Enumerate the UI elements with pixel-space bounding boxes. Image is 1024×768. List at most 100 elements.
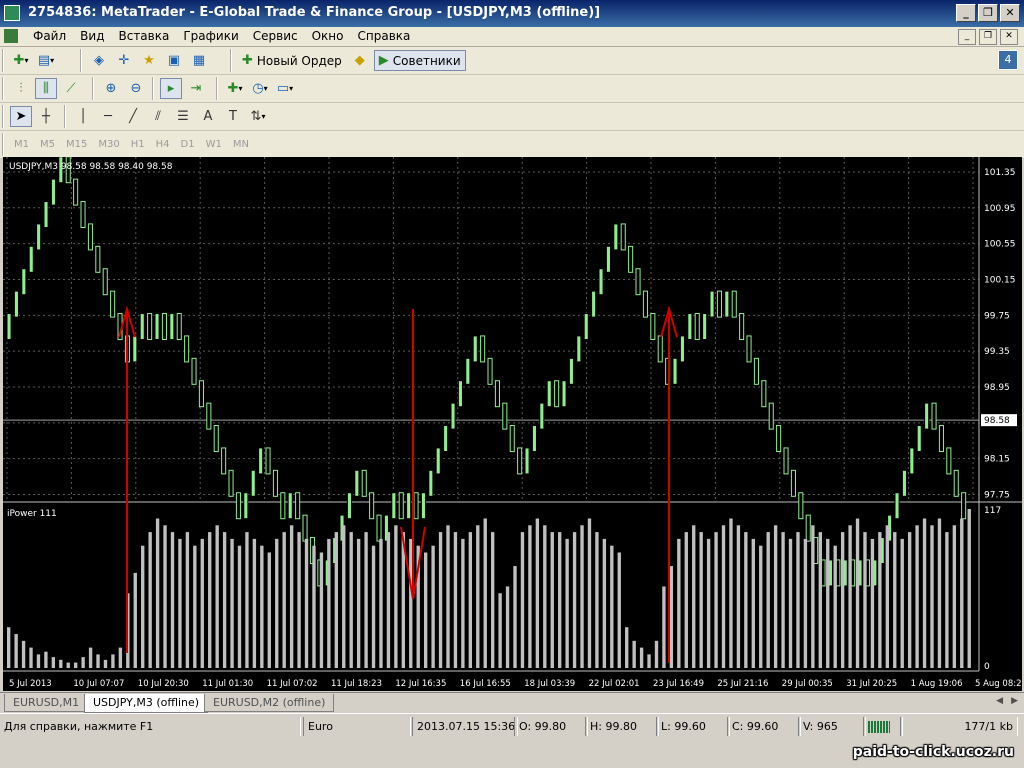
connection-status[interactable] bbox=[863, 717, 903, 736]
time-tick-label: 11 Jul 01:30 bbox=[202, 679, 253, 689]
timeframe-m30[interactable]: M30 bbox=[94, 139, 123, 150]
indicator-bar bbox=[7, 627, 11, 668]
timeframe-m5[interactable]: M5 bbox=[36, 139, 59, 150]
renko-brick bbox=[731, 290, 737, 318]
renko-brick bbox=[635, 268, 641, 296]
indicator-bar bbox=[36, 654, 41, 668]
indicator-bar bbox=[59, 659, 63, 668]
timeframe-w1[interactable]: W1 bbox=[202, 139, 226, 150]
new-order-button[interactable]: ✚ Новый Ордер bbox=[238, 50, 346, 71]
status-close: C: 99.60 bbox=[727, 717, 801, 736]
indicator-bar bbox=[14, 634, 18, 668]
cursor-tool[interactable]: ➤ bbox=[10, 106, 32, 127]
renko-brick bbox=[198, 380, 204, 408]
crosshair-tool[interactable]: ┼ bbox=[35, 106, 57, 127]
child-minimize-button[interactable]: _ bbox=[958, 29, 976, 45]
renko-brick bbox=[147, 313, 153, 341]
indicator-bar bbox=[431, 545, 435, 668]
navigator-badge[interactable]: 4 bbox=[998, 50, 1018, 70]
horizontal-line-tool[interactable]: ─ bbox=[97, 106, 119, 127]
indicator-bar bbox=[744, 532, 748, 668]
renko-chart[interactable]: 101.35 100.95 100.55 100.15 99.75 99.35 98.95 9… bbox=[3, 157, 1022, 691]
expert-advisors-button[interactable]: ▶ Советники bbox=[373, 50, 466, 71]
timeframe-mn[interactable]: MN bbox=[229, 139, 253, 150]
text-label-tool[interactable]: T bbox=[222, 106, 244, 127]
renko-brick bbox=[287, 492, 293, 520]
text-tool[interactable]: A bbox=[197, 106, 219, 127]
indicator-bar bbox=[118, 647, 123, 668]
time-tick-label: 11 Jul 07:02 bbox=[267, 679, 318, 689]
tab-eurusd-m2[interactable]: EURUSD,M2 (offline) bbox=[204, 694, 335, 712]
navigator-button[interactable]: ★ bbox=[138, 50, 160, 71]
candlestick-button[interactable]: ⫼ bbox=[35, 78, 57, 99]
menu-window[interactable]: Окно bbox=[305, 29, 351, 43]
timeframe-m15[interactable]: M15 bbox=[62, 139, 91, 150]
terminal-button[interactable]: ▣ bbox=[163, 50, 185, 71]
restore-button[interactable]: ❐ bbox=[978, 4, 998, 22]
tab-scroll-left-icon[interactable]: ◀ bbox=[996, 696, 1003, 706]
menu-file[interactable]: Файл bbox=[26, 29, 73, 43]
indicator-bars bbox=[7, 509, 971, 668]
indicator-bar bbox=[773, 525, 778, 668]
title-bar: 2754836: MetaTrader - E-Global Trade & F… bbox=[0, 0, 1024, 27]
renko-brick bbox=[472, 335, 478, 363]
indicator-bar bbox=[260, 545, 264, 668]
renko-brick bbox=[576, 335, 582, 363]
renko-brick bbox=[798, 492, 804, 520]
timeframe-d1[interactable]: D1 bbox=[177, 139, 199, 150]
renko-brick bbox=[87, 223, 93, 251]
close-button[interactable]: ✕ bbox=[1000, 4, 1020, 22]
arrows-tool[interactable]: ⇅ ▾ bbox=[247, 106, 269, 127]
tab-scroll-right-icon[interactable]: ▶ bbox=[1011, 696, 1018, 706]
indicator-bar bbox=[647, 654, 651, 668]
renko-brick bbox=[613, 223, 619, 251]
menu-view[interactable]: Вид bbox=[73, 29, 111, 43]
metaeditor-button[interactable]: ◆ bbox=[349, 50, 371, 71]
profiles-button[interactable]: ▤ ▾ bbox=[35, 50, 57, 71]
indicator-bar bbox=[550, 532, 554, 668]
timeframe-h1[interactable]: H1 bbox=[127, 139, 149, 150]
zoom-in-button[interactable]: ⊕ bbox=[100, 78, 122, 99]
indicator-bar bbox=[200, 538, 204, 668]
indicator-bar bbox=[595, 532, 599, 668]
zoom-out-button[interactable]: ⊖ bbox=[125, 78, 147, 99]
tab-usdjpy-m3[interactable]: USDJPY,M3 (offline) bbox=[84, 694, 209, 713]
menu-insert[interactable]: Вставка bbox=[111, 29, 176, 43]
strategy-tester-button[interactable]: ▦ bbox=[188, 50, 210, 71]
renko-brick bbox=[568, 357, 574, 385]
menu-tools[interactable]: Сервис bbox=[246, 29, 305, 43]
vertical-line-tool[interactable]: │ bbox=[72, 106, 94, 127]
data-window-button[interactable]: ✛ bbox=[113, 50, 135, 71]
trendline-tool[interactable]: ╱ bbox=[122, 106, 144, 127]
indicator-bar bbox=[230, 538, 234, 668]
menu-charts[interactable]: Графики bbox=[176, 29, 245, 43]
indicator-bar bbox=[208, 532, 212, 668]
child-restore-button[interactable]: ❐ bbox=[979, 29, 997, 45]
price-tick-label: 100.15 bbox=[984, 275, 1016, 285]
indicator-bar bbox=[885, 525, 889, 668]
autoscroll-button[interactable]: ▸ bbox=[160, 78, 182, 99]
child-close-button[interactable]: ✕ bbox=[1000, 29, 1018, 45]
indicators-button[interactable]: ✚ ▾ bbox=[224, 78, 246, 99]
templates-button[interactable]: ▭ ▾ bbox=[274, 78, 296, 99]
chart-window-icon[interactable] bbox=[4, 29, 18, 43]
indicator-bar bbox=[193, 545, 197, 668]
chart-shift-button[interactable]: ⇥ bbox=[185, 78, 207, 99]
renko-brick bbox=[6, 313, 12, 341]
periods-button[interactable]: ◷ ▾ bbox=[249, 78, 271, 99]
bar-chart-button[interactable]: ⫶ bbox=[10, 78, 32, 99]
chart-window[interactable]: 101.35 100.95 100.55 100.15 99.75 99.35 98.95 9… bbox=[3, 157, 1022, 691]
fibonacci-tool[interactable]: ☰ bbox=[172, 106, 194, 127]
new-chart-button[interactable]: ✚ ▾ bbox=[10, 50, 32, 71]
renko-brick bbox=[302, 514, 308, 542]
equidistant-channel-tool[interactable]: ⫽ bbox=[147, 106, 169, 127]
indicator-bar bbox=[654, 640, 659, 668]
price-tick-label: 97.75 bbox=[984, 491, 1010, 501]
line-chart-button[interactable]: ⟋ bbox=[60, 78, 82, 99]
minimize-button[interactable]: _ bbox=[956, 4, 976, 22]
menu-help[interactable]: Справка bbox=[351, 29, 418, 43]
market-watch-button[interactable]: ◈ bbox=[88, 50, 110, 71]
timeframe-h4[interactable]: H4 bbox=[152, 139, 174, 150]
tab-eurusd-m1[interactable]: EURUSD,M1 bbox=[4, 694, 89, 712]
timeframe-m1[interactable]: M1 bbox=[10, 139, 33, 150]
